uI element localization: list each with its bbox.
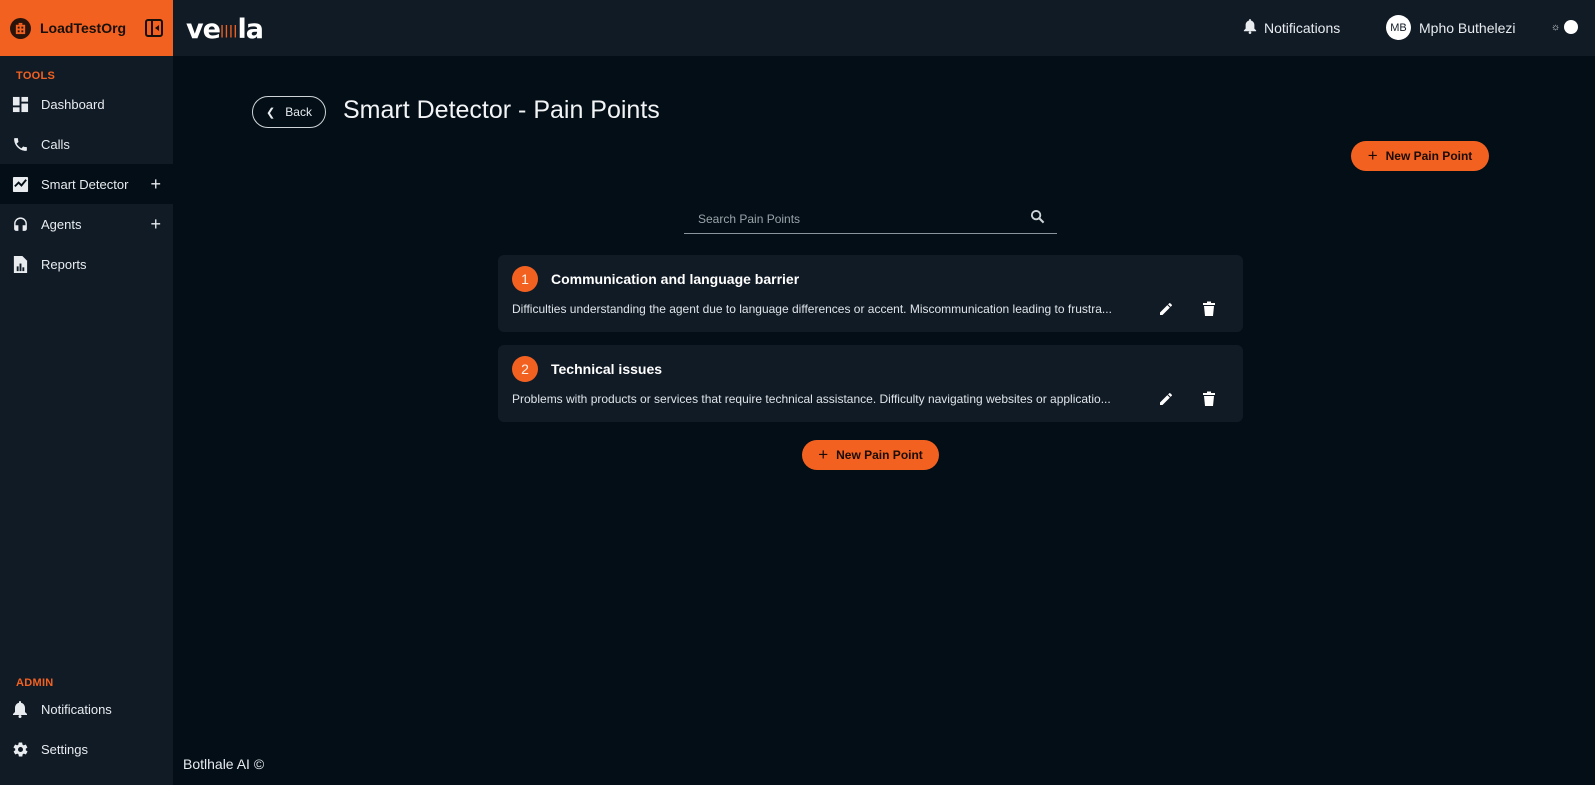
sidebar-item-label: Dashboard: [41, 96, 105, 112]
user-menu[interactable]: MB Mpho Buthelezi: [1386, 15, 1516, 40]
sidebar-item-label: Agents: [41, 216, 82, 232]
toggle-knob: [1564, 20, 1579, 34]
edit-icon[interactable]: [1158, 301, 1174, 322]
plus-icon: +: [818, 445, 829, 464]
edit-icon[interactable]: [1158, 391, 1174, 412]
logo-text-right: la: [237, 14, 264, 45]
sidebar-item-notifications[interactable]: Notifications: [0, 689, 173, 729]
headset-icon: [11, 215, 29, 233]
avatar: MB: [1386, 15, 1411, 40]
new-pain-point-button[interactable]: + New Pain Point: [1351, 141, 1489, 171]
delete-icon[interactable]: [1202, 301, 1216, 322]
sun-icon: ☼: [1551, 21, 1561, 33]
page-title: Smart Detector - Pain Points: [343, 96, 660, 124]
sidebar-item-reports[interactable]: Reports: [0, 244, 173, 284]
back-button[interactable]: ❮ Back: [252, 96, 326, 128]
section-tools-label: TOOLS: [16, 70, 56, 82]
user-name: Mpho Buthelezi: [1419, 19, 1516, 36]
search-placeholder: Search Pain Points: [698, 212, 801, 226]
sidebar-item-label: Reports: [41, 256, 87, 272]
logo-text-left: ve: [186, 14, 221, 45]
pain-point-description: Problems with products or services that …: [512, 392, 1111, 406]
search-icon[interactable]: [1030, 209, 1045, 229]
button-label: New Pain Point: [836, 448, 923, 462]
expand-plus-icon[interactable]: +: [150, 215, 161, 233]
building-icon: [10, 17, 31, 39]
chevron-left-icon: ❮: [266, 106, 276, 119]
theme-toggle[interactable]: ☼: [1551, 20, 1579, 34]
pain-point-title: Communication and language barrier: [551, 271, 800, 287]
collapse-sidebar-icon[interactable]: [145, 19, 163, 37]
pain-point-card[interactable]: 2 Technical issues Problems with product…: [498, 345, 1243, 422]
delete-icon[interactable]: [1202, 391, 1216, 412]
pain-point-number: 2: [512, 356, 538, 382]
org-name[interactable]: LoadTestOrg: [40, 20, 145, 36]
new-pain-point-button-bottom[interactable]: + New Pain Point: [802, 440, 939, 470]
checkbox-chart-icon: [11, 175, 29, 193]
sidebar-item-agents[interactable]: Agents +: [0, 204, 173, 244]
admin-section: ADMIN Notifications Settings: [0, 677, 173, 769]
back-label: Back: [285, 105, 312, 119]
bell-icon: [11, 700, 29, 718]
waveform-icon: ||||: [219, 23, 238, 38]
gear-icon: [11, 740, 29, 758]
pain-point-description: Difficulties understanding the agent due…: [512, 302, 1112, 316]
sidebar-item-settings[interactable]: Settings: [0, 729, 173, 769]
top-bar: ve||||la Notifications MB Mpho Buthelezi…: [173, 0, 1595, 56]
notifications-button[interactable]: Notifications: [1243, 18, 1340, 37]
sidebar-item-smart-detector[interactable]: Smart Detector +: [0, 164, 173, 204]
search-input[interactable]: Search Pain Points: [684, 205, 1057, 234]
footer-copyright: Botlhale AI ©: [183, 756, 265, 772]
phone-icon: [11, 135, 29, 153]
section-admin-label: ADMIN: [16, 677, 54, 689]
vela-logo[interactable]: ve||||la: [186, 14, 264, 45]
bell-icon: [1243, 18, 1257, 37]
sidebar: LoadTestOrg TOOLS Dashboard Calls Smart …: [0, 0, 173, 785]
pain-point-card[interactable]: 1 Communication and language barrier Dif…: [498, 255, 1243, 332]
sidebar-item-calls[interactable]: Calls: [0, 124, 173, 164]
pain-point-title: Technical issues: [551, 361, 663, 377]
sidebar-item-label: Smart Detector: [41, 176, 129, 192]
dashboard-icon: [11, 95, 29, 113]
sidebar-item-label: Notifications: [41, 701, 112, 717]
sidebar-item-label: Settings: [41, 741, 88, 757]
org-header: LoadTestOrg: [0, 0, 173, 56]
plus-icon: +: [1367, 146, 1378, 165]
sidebar-item-label: Calls: [41, 136, 70, 152]
report-icon: [11, 255, 29, 273]
notifications-label: Notifications: [1264, 19, 1341, 36]
pain-point-number: 1: [512, 266, 538, 292]
sidebar-item-dashboard[interactable]: Dashboard: [0, 84, 173, 124]
expand-plus-icon[interactable]: +: [150, 175, 161, 193]
button-label: New Pain Point: [1385, 149, 1473, 163]
